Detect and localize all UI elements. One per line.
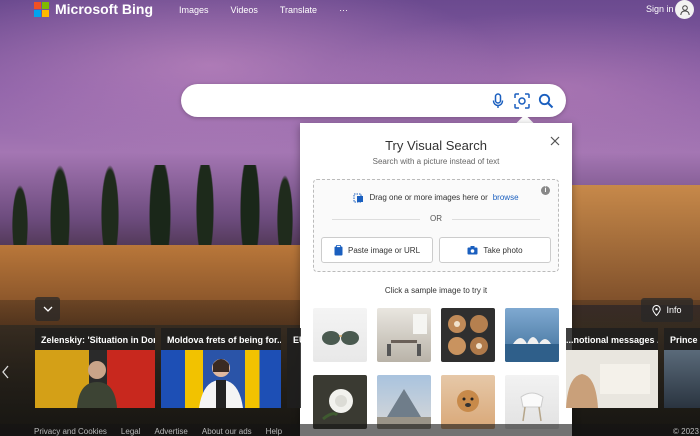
visual-search-panel: Try Visual Search Search with a picture … (300, 123, 572, 436)
visual-search-icon[interactable] (513, 92, 531, 110)
search-icon[interactable] (537, 92, 555, 110)
background-palace-right (560, 185, 700, 305)
footer: Privacy and Cookies Legal Advertise Abou… (0, 424, 700, 436)
carousel-prev-icon[interactable] (0, 362, 10, 382)
microphone-icon[interactable] (489, 92, 507, 110)
news-card[interactable]: Prince Cl (664, 328, 700, 408)
news-card-title: ...notional messages ... (566, 335, 658, 345)
chevron-down-icon (43, 306, 52, 312)
news-card-title: Moldova frets of being for... (167, 335, 281, 345)
news-card-title: Zelenskiy: 'Situation in Don... (41, 335, 155, 345)
news-card-image (161, 350, 281, 408)
nav-videos[interactable]: Videos (231, 5, 258, 15)
sample-image-puppy[interactable] (441, 375, 495, 429)
sample-image-dining-room[interactable] (377, 308, 431, 362)
news-card[interactable]: Moldova frets of being for... (161, 328, 281, 408)
sample-image-opera-house[interactable] (505, 308, 559, 362)
paste-image-button[interactable]: Paste image or URL (321, 237, 433, 263)
top-header: Microsoft Bing Images Videos Translate ·… (0, 0, 700, 22)
image-dropzone[interactable]: i Drag one or more images here or browse… (313, 179, 559, 272)
sample-image-white-chair[interactable] (505, 375, 559, 429)
collapse-news-button[interactable] (35, 297, 60, 321)
image-info-button[interactable]: Info (641, 298, 693, 322)
visual-search-title: Try Visual Search (385, 138, 487, 153)
search-box (181, 84, 566, 117)
news-card-image (566, 350, 658, 408)
sample-image-sunglasses[interactable] (313, 308, 367, 362)
nav-translate[interactable]: Translate (280, 5, 317, 15)
news-card[interactable]: Zelenskiy: 'Situation in Don... (35, 328, 155, 408)
nav-more[interactable]: ··· (339, 5, 348, 15)
take-photo-label: Take photo (483, 245, 523, 255)
user-icon (679, 4, 690, 15)
drag-image-icon (353, 193, 364, 203)
nav-images[interactable]: Images (179, 5, 209, 15)
drop-instructions: Drag one or more images here or (369, 193, 488, 202)
browse-link[interactable]: browse (493, 193, 519, 202)
avatar[interactable] (675, 0, 694, 19)
news-card-image (664, 350, 700, 408)
paste-icon (334, 244, 343, 255)
bing-logo[interactable]: Microsoft Bing (34, 1, 153, 17)
info-label: Info (666, 305, 682, 315)
top-nav: Images Videos Translate ··· (179, 5, 348, 15)
news-card[interactable]: ...notional messages ... (566, 328, 658, 408)
sample-image-white-rose[interactable] (313, 375, 367, 429)
sample-image-latte-art[interactable] (441, 308, 495, 362)
signin-link[interactable]: Sign in (646, 4, 674, 14)
close-icon[interactable] (548, 134, 562, 148)
footer-link-privacy[interactable]: Privacy and Cookies (34, 427, 107, 436)
copyright: © 2023 (673, 427, 699, 436)
logo-text: Microsoft Bing (55, 1, 153, 17)
location-pin-icon (652, 304, 662, 316)
camera-icon (467, 245, 478, 254)
sample-images-label: Click a sample image to try it (384, 286, 488, 295)
news-card-title: Prince Cl (670, 335, 700, 345)
news-card-title: EU (293, 335, 301, 345)
paste-image-label: Paste image or URL (347, 245, 421, 255)
take-photo-button[interactable]: Take photo (439, 237, 551, 263)
or-divider: OR (314, 214, 558, 223)
news-card-image (35, 350, 155, 408)
footer-link-advertise[interactable]: Advertise (155, 427, 188, 436)
search-input[interactable] (195, 92, 485, 110)
footer-links: Privacy and Cookies Legal Advertise Abou… (34, 427, 282, 436)
news-card[interactable]: EU (287, 328, 301, 408)
footer-link-about-ads[interactable]: About our ads (202, 427, 252, 436)
dropzone-text: Drag one or more images here or browse (314, 192, 558, 203)
footer-link-help[interactable]: Help (266, 427, 282, 436)
microsoft-logo-icon (34, 1, 49, 17)
sample-image-louvre-pyramid[interactable] (377, 375, 431, 429)
footer-link-legal[interactable]: Legal (121, 427, 141, 436)
visual-search-subtitle: Search with a picture instead of text (372, 157, 500, 166)
